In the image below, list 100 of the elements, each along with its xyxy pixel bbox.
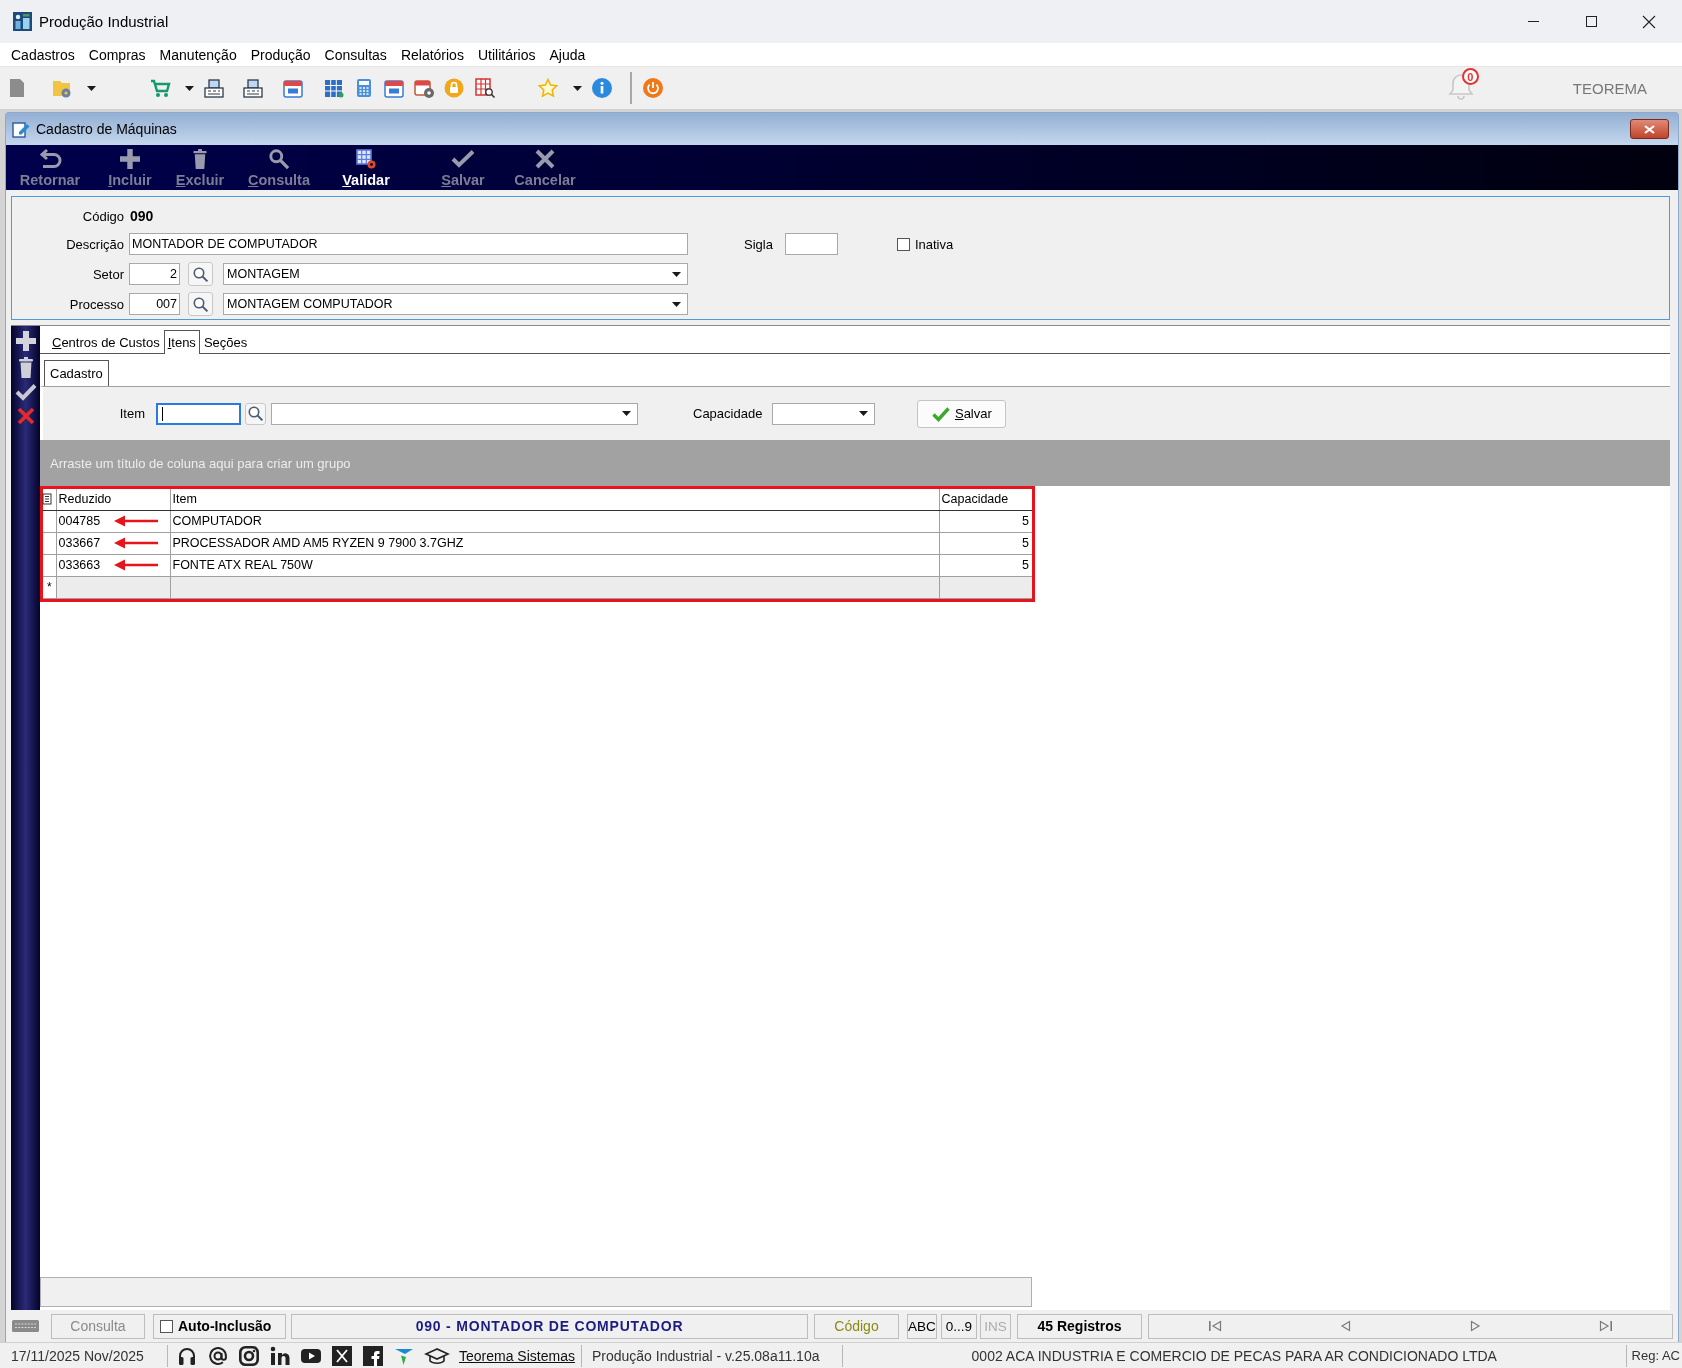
mode-indicator: Consulta xyxy=(51,1313,145,1339)
process-dropdown[interactable]: MONTAGEM COMPUTADOR xyxy=(223,293,688,315)
next-record-icon[interactable] xyxy=(1470,1320,1480,1332)
minimize-icon xyxy=(1527,21,1539,22)
undo-arrow-icon xyxy=(38,149,62,169)
calendar-grid-icon[interactable] xyxy=(324,78,344,98)
table-search-icon[interactable] xyxy=(475,78,495,98)
item-field[interactable] xyxy=(156,402,241,425)
info-icon[interactable] xyxy=(592,78,612,98)
search-button[interactable]: Consulta xyxy=(244,145,314,190)
tab[interactable]: Seções xyxy=(199,330,252,353)
at-sign-icon[interactable] xyxy=(208,1345,228,1366)
close-icon xyxy=(1644,124,1655,134)
cancel-button[interactable]: Cancelar xyxy=(510,145,580,190)
brand-label: TEOREMA xyxy=(1572,79,1647,97)
date-label: 17/11/2025 Nov/2025 xyxy=(10,1347,145,1364)
sector-code-field[interactable]: 2 xyxy=(129,263,180,285)
group-hint: Arraste um título de coluna aqui para criar um grupo xyxy=(50,455,351,471)
tab[interactable]: Itens xyxy=(163,330,200,354)
maximize-icon xyxy=(1585,16,1597,27)
record-count: 45 Registros xyxy=(1017,1313,1142,1339)
field-label: Sigla xyxy=(744,236,773,252)
menu-item[interactable]: Relatórios xyxy=(393,46,471,63)
keyboard-icon[interactable] xyxy=(11,1317,40,1335)
star-icon[interactable] xyxy=(538,78,558,98)
save-button[interactable]: Salvar xyxy=(428,145,498,190)
menu-item[interactable]: Consultas xyxy=(317,46,394,63)
calendar-gear-icon[interactable] xyxy=(414,78,434,98)
delete-button[interactable]: Excluir xyxy=(165,145,235,190)
plus-icon[interactable] xyxy=(15,331,36,351)
document-icon[interactable] xyxy=(7,78,27,98)
checkbox[interactable] xyxy=(896,237,910,251)
table-cell: COMPUTADOR xyxy=(170,510,939,532)
record-title: 090 - MONTADOR DE COMPUTADOR xyxy=(291,1313,808,1339)
check-icon[interactable] xyxy=(15,384,36,401)
add-button[interactable]: Incluir xyxy=(95,145,165,190)
tab[interactable]: Centros de Custos xyxy=(48,330,164,353)
linkedin-icon[interactable] xyxy=(270,1345,290,1366)
calculator-icon[interactable] xyxy=(354,78,374,98)
input-mode-indicator: INS xyxy=(980,1313,1011,1339)
table-cell: 004785 xyxy=(58,514,101,528)
graduation-cap-icon[interactable] xyxy=(425,1345,449,1366)
cross-icon xyxy=(535,149,555,169)
input-mode-indicator: ABC xyxy=(907,1313,937,1339)
x-logo-icon[interactable] xyxy=(332,1345,352,1366)
save-button[interactable]: Salvar xyxy=(917,399,1007,428)
previous-record-icon[interactable] xyxy=(1341,1320,1351,1332)
column-header[interactable]: Reduzido xyxy=(56,489,170,510)
first-record-icon[interactable] xyxy=(1209,1320,1222,1332)
menu-item[interactable]: Ajuda xyxy=(542,46,593,63)
cross-icon[interactable] xyxy=(16,407,35,425)
power-icon[interactable] xyxy=(643,78,663,98)
search-field-indicator: Código xyxy=(814,1313,899,1339)
facebook-icon[interactable] xyxy=(363,1345,383,1366)
caret-icon xyxy=(859,411,869,416)
sector-dropdown[interactable]: MONTAGEM xyxy=(223,263,688,285)
lookup-button[interactable] xyxy=(188,262,213,286)
column-chooser-icon[interactable] xyxy=(43,494,51,505)
cash-register-icon[interactable] xyxy=(243,78,263,98)
menu-item[interactable]: Cadastros xyxy=(4,46,82,63)
abbreviation-field[interactable] xyxy=(784,233,838,255)
cash-register-icon[interactable] xyxy=(204,78,224,98)
menu-item[interactable]: Produção xyxy=(243,46,318,63)
calendar-icon[interactable] xyxy=(283,78,303,98)
table-cell: 5 xyxy=(939,554,1032,576)
version-label: Produção Industrial - v.25.08a11.10a xyxy=(591,1347,821,1364)
menu-item[interactable]: Compras xyxy=(81,46,153,63)
website-link[interactable]: Teorema Sistemas xyxy=(459,1347,575,1364)
menu-item[interactable]: Utilitários xyxy=(470,46,543,63)
checkbox[interactable] xyxy=(160,1319,173,1333)
back-button[interactable]: Retornar xyxy=(15,145,85,190)
headset-icon[interactable] xyxy=(177,1345,197,1366)
calendar-icon[interactable] xyxy=(384,78,404,98)
table-cell: PROCESSADOR AMD AM5 RYZEN 9 7900 3.7GHZ xyxy=(170,532,939,554)
auto-inclusion-checkbox[interactable]: Auto-Inclusão xyxy=(153,1313,286,1339)
caret-icon xyxy=(672,301,681,307)
search-icon xyxy=(193,266,208,282)
table-cell: 033667 xyxy=(58,536,101,550)
last-record-icon[interactable] xyxy=(1599,1320,1612,1332)
cart-icon[interactable] xyxy=(150,78,170,98)
column-header[interactable]: Capacidade xyxy=(939,489,1032,510)
trash-icon xyxy=(193,149,207,169)
menu-item[interactable]: Manutenção xyxy=(152,46,244,63)
instagram-icon[interactable] xyxy=(239,1345,259,1366)
description-field[interactable]: MONTADOR DE COMPUTADOR xyxy=(129,233,688,255)
magnifier-icon xyxy=(268,149,290,169)
column-header[interactable]: Item xyxy=(170,489,939,510)
caret-icon[interactable] xyxy=(573,85,582,91)
trash-icon[interactable] xyxy=(18,357,33,378)
caret-icon[interactable] xyxy=(185,85,194,91)
caret-icon xyxy=(622,411,631,416)
lookup-button[interactable] xyxy=(245,402,266,425)
validate-button[interactable]: Validar xyxy=(331,145,401,190)
process-code-field[interactable]: 007 xyxy=(129,293,180,315)
close-button[interactable] xyxy=(1630,119,1669,139)
search-icon xyxy=(248,406,263,421)
code-value: 090 xyxy=(130,208,154,224)
caret-icon[interactable] xyxy=(87,85,96,91)
folder-gear-icon[interactable] xyxy=(52,78,72,98)
lookup-button[interactable] xyxy=(188,292,213,316)
